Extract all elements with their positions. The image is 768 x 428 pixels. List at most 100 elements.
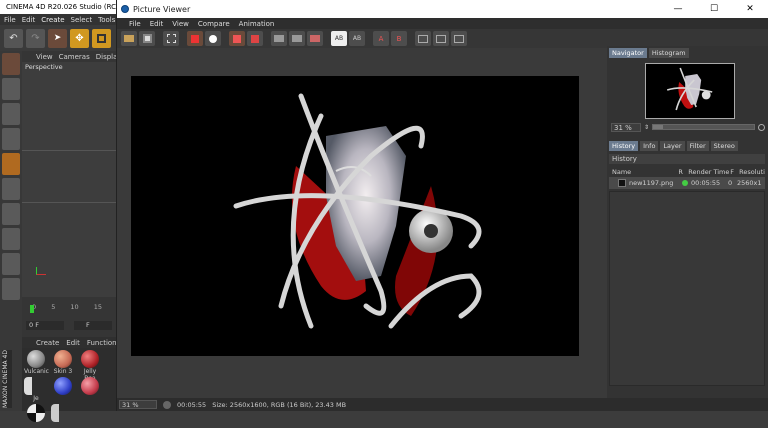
- material-tab-create[interactable]: Create: [36, 339, 59, 347]
- col-resolution[interactable]: Resoluti: [739, 167, 765, 177]
- close-button[interactable]: ✕: [732, 0, 768, 18]
- select-tool-button[interactable]: ➤: [48, 28, 67, 48]
- col-name[interactable]: Name: [612, 167, 674, 177]
- film-button[interactable]: [433, 31, 449, 46]
- stop-all-button[interactable]: [247, 31, 263, 46]
- render-region-icon: [191, 34, 199, 43]
- view-button[interactable]: [271, 31, 287, 46]
- open-icon: [124, 35, 134, 42]
- undo-button[interactable]: ↶: [4, 28, 23, 48]
- tool-cube[interactable]: [2, 53, 20, 75]
- save-icon: [142, 34, 152, 43]
- pv-menu-animation[interactable]: Animation: [239, 20, 275, 28]
- frame-field-end[interactable]: F: [74, 321, 112, 330]
- tab-layer[interactable]: Layer: [660, 141, 685, 151]
- ab-compare-icon: AB: [334, 35, 344, 42]
- view-button[interactable]: [307, 31, 323, 46]
- tab-histogram[interactable]: Histogram: [648, 48, 689, 58]
- tab-stereo[interactable]: Stereo: [710, 141, 738, 151]
- col-f[interactable]: F: [730, 167, 735, 177]
- material-tab-function[interactable]: Function: [87, 339, 117, 347]
- b-button[interactable]: B: [391, 31, 407, 46]
- a-button[interactable]: A: [373, 31, 389, 46]
- tool-model[interactable]: [2, 153, 20, 175]
- c4d-menu-file[interactable]: File: [4, 16, 16, 24]
- material-item[interactable]: Vulcanic: [24, 350, 49, 375]
- zoom-field[interactable]: 31 %: [611, 122, 641, 132]
- zoom-slider-fill: [653, 125, 664, 129]
- c4d-menu-edit[interactable]: Edit: [22, 16, 36, 24]
- material-item[interactable]: [51, 377, 75, 401]
- status-dot-icon: [682, 180, 688, 186]
- material-item[interactable]: [78, 377, 102, 401]
- viewport-tab-cameras[interactable]: Cameras: [59, 53, 90, 61]
- c4d-menu-create[interactable]: Create: [41, 16, 64, 24]
- maximize-button[interactable]: ☐: [696, 0, 732, 18]
- viewport[interactable]: [22, 62, 116, 297]
- col-render-time[interactable]: Render Time: [688, 167, 729, 177]
- stop-button[interactable]: [229, 31, 245, 46]
- viewport-tab-view[interactable]: View: [36, 53, 53, 61]
- zoom-slider[interactable]: [652, 124, 755, 130]
- material-item[interactable]: Skin 3: [51, 350, 75, 375]
- right-panel: Navigator Histogram 31 % ⇕ History Info …: [607, 46, 768, 398]
- material-tab-edit[interactable]: Edit: [66, 339, 80, 347]
- reset-zoom-icon[interactable]: [758, 123, 765, 131]
- minimize-button[interactable]: —: [660, 0, 696, 18]
- tab-filter[interactable]: Filter: [686, 141, 709, 151]
- timeline-playhead[interactable]: [30, 305, 34, 313]
- spinner-icon[interactable]: [163, 400, 171, 409]
- grid-button[interactable]: [163, 31, 179, 46]
- scale-icon: [97, 33, 106, 43]
- c4d-menu-tools[interactable]: Tools: [98, 16, 115, 24]
- tool-axis[interactable]: [2, 203, 20, 225]
- move-tool-button[interactable]: ✥: [70, 28, 89, 48]
- ab-button[interactable]: AB: [349, 31, 365, 46]
- history-list[interactable]: [609, 191, 765, 386]
- tab-history[interactable]: History: [609, 141, 639, 151]
- tool-workplane[interactable]: [2, 278, 20, 300]
- material-item[interactable]: Je: [24, 377, 48, 402]
- navigator-thumbnail[interactable]: [645, 63, 735, 119]
- save-button[interactable]: [139, 31, 155, 46]
- history-tabs: History Info Layer Filter Stereo: [609, 141, 738, 151]
- status-time: 00:05:55: [177, 400, 207, 409]
- tab-navigator[interactable]: Navigator: [609, 48, 647, 58]
- film-icon: [418, 34, 428, 43]
- pv-menu-edit[interactable]: Edit: [150, 20, 164, 28]
- tool-texture[interactable]: [2, 178, 20, 200]
- material-item[interactable]: [51, 404, 75, 428]
- maxon-logo: MAXON CINEMA 4D: [2, 350, 12, 408]
- pv-menu-file[interactable]: File: [129, 20, 141, 28]
- material-item[interactable]: Jelly Bea: [78, 350, 102, 382]
- view-button[interactable]: [289, 31, 305, 46]
- render-button[interactable]: [205, 31, 221, 46]
- spinner-icon[interactable]: ⇕: [644, 124, 649, 131]
- tool-polygons[interactable]: [2, 128, 20, 150]
- ab-compare-button[interactable]: AB: [331, 31, 347, 46]
- film-button[interactable]: [451, 31, 467, 46]
- c4d-menu-select[interactable]: Select: [71, 16, 93, 24]
- pv-menu-compare[interactable]: Compare: [198, 20, 230, 28]
- film-icon: [454, 34, 464, 43]
- tab-info[interactable]: Info: [640, 141, 659, 151]
- status-zoom-field[interactable]: 31 %: [119, 400, 157, 409]
- history-section-label: History: [609, 154, 765, 164]
- open-button[interactable]: [121, 31, 137, 46]
- col-r[interactable]: R: [678, 167, 684, 177]
- image-canvas-area[interactable]: [117, 48, 607, 398]
- scale-tool-button[interactable]: [92, 28, 111, 48]
- tool-magnet[interactable]: [2, 253, 20, 275]
- c4d-menubar: File Edit Create Select Tools: [0, 14, 116, 25]
- frame-field[interactable]: 0 F: [26, 321, 64, 330]
- tool-snap[interactable]: [2, 228, 20, 250]
- pv-menu-view[interactable]: View: [172, 20, 189, 28]
- tool-edges[interactable]: [2, 103, 20, 125]
- timeline[interactable]: 0 5 10 15 0 F F: [22, 297, 116, 337]
- render-region-button[interactable]: [187, 31, 203, 46]
- film-button[interactable]: [415, 31, 431, 46]
- redo-button[interactable]: ↷: [26, 28, 45, 48]
- tool-points[interactable]: [2, 78, 20, 100]
- material-item[interactable]: [24, 404, 48, 428]
- table-row[interactable]: new1197.png 00:05:55 0 2560x1: [609, 177, 765, 189]
